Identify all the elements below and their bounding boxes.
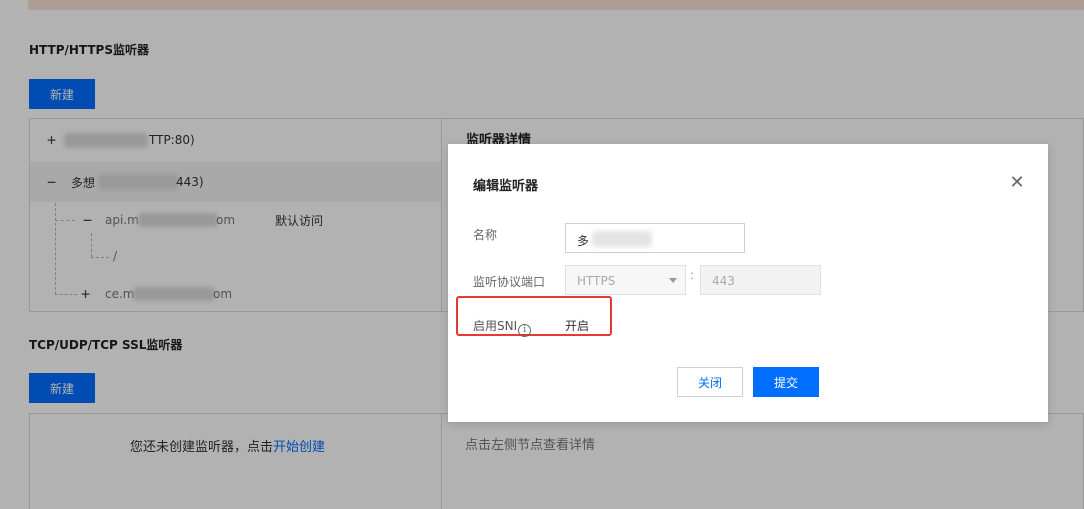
redacted-name <box>592 231 652 247</box>
name-value: 多 <box>577 234 590 248</box>
sni-label: 启用SNI <box>473 319 518 333</box>
chevron-down-icon <box>669 278 677 283</box>
name-label: 名称 <box>473 228 498 242</box>
name-input[interactable]: 多 <box>565 223 745 253</box>
protocol-port-label: 监听协议端口 <box>473 275 546 289</box>
edit-listener-dialog: 编辑监听器 ✕ 名称 多 监听协议端口 HTTPS : 443 启用SNI i 开… <box>448 144 1048 422</box>
submit-button[interactable]: 提交 <box>753 367 819 397</box>
dialog-title: 编辑监听器 <box>473 179 539 194</box>
sni-label-row: 启用SNI i <box>473 317 532 337</box>
port-value: 443 <box>712 274 735 288</box>
protocol-value: HTTPS <box>577 274 616 288</box>
port-input[interactable]: 443 <box>700 265 821 295</box>
close-icon[interactable]: ✕ <box>1008 172 1026 193</box>
protocol-select[interactable]: HTTPS <box>565 265 686 295</box>
sni-value: 开启 <box>565 319 590 333</box>
port-separator: : <box>690 268 695 282</box>
info-icon[interactable]: i <box>518 324 532 337</box>
close-button[interactable]: 关闭 <box>677 367 743 397</box>
